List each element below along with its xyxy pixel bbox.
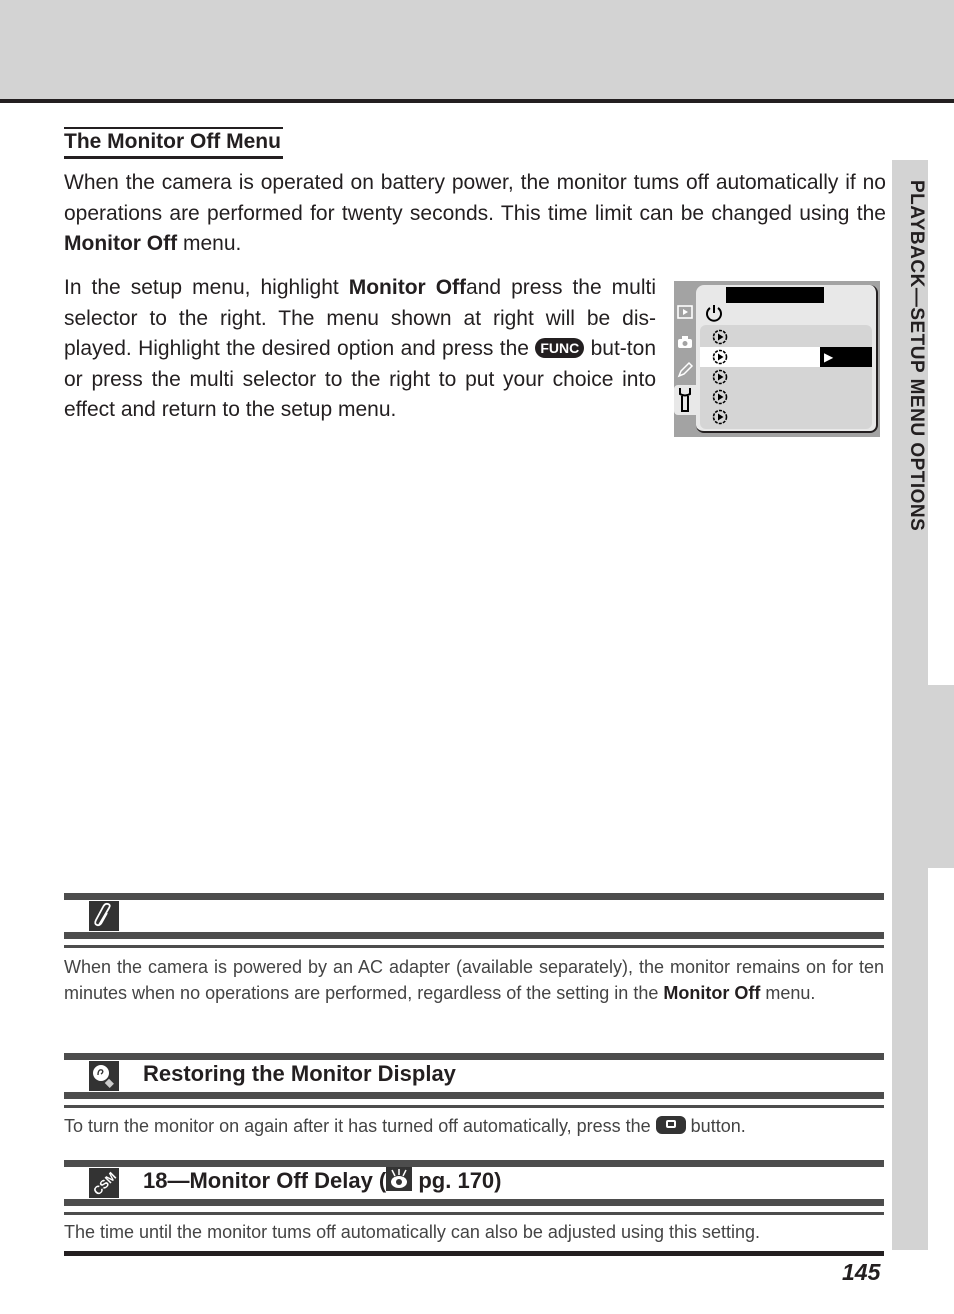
- submenu-arrow-icon: ▶: [820, 347, 872, 367]
- note-top-bar: [64, 1160, 884, 1167]
- wrench-icon: [679, 388, 691, 412]
- section-title: The Monitor Off Menu: [64, 127, 283, 159]
- setup-tab-active: [674, 385, 696, 415]
- menu-title-bar: [726, 287, 824, 303]
- chapter-tab-label: PLAYBACK—SETUP MENU OPTIONS: [906, 180, 927, 532]
- pencil-icon: [677, 361, 694, 378]
- playback-icon: [677, 305, 693, 319]
- menu-options-list: ▶: [700, 325, 872, 429]
- menu-option[interactable]: [700, 367, 872, 387]
- page-number: 145: [842, 1259, 881, 1285]
- note-heading-bar: [64, 1092, 884, 1099]
- csm-note-text: The time until the monitor tums off auto…: [64, 1222, 761, 1242]
- self-timer-icon: [712, 349, 728, 365]
- note-divider: [64, 1212, 884, 1215]
- svg-text:CSM: CSM: [90, 1169, 119, 1198]
- note-heading-bar: [64, 1199, 884, 1206]
- func-button-icon: FUNC: [535, 338, 585, 358]
- menu-panel: ▶: [696, 285, 878, 433]
- menu-name-bold: Monitor Off: [64, 232, 178, 255]
- menu-name-bold: Monitor Off: [348, 276, 467, 299]
- monitor-button-icon: [655, 1116, 686, 1134]
- intro-paragraph: When the camera is operated on battery p…: [64, 171, 886, 255]
- ac-adapter-note-text: When the camera is powered by an AC adap…: [64, 957, 884, 1003]
- note-top-bar: [64, 1053, 884, 1060]
- instruction-paragraph: In the setup menu, highlight Monitor Off…: [64, 276, 656, 421]
- note-divider: [64, 1105, 884, 1108]
- menu-option[interactable]: [700, 327, 872, 347]
- restoring-heading: Restoring the Monitor Display: [143, 1061, 456, 1086]
- menu-option[interactable]: [700, 387, 872, 407]
- header-band: [0, 0, 954, 100]
- chapter-tab-marker: [928, 685, 954, 868]
- note-top-bar: [64, 893, 884, 900]
- power-icon: [706, 305, 722, 322]
- restoring-note-text: To turn the monitor on again after it ha…: [64, 1116, 746, 1136]
- lightbulb-tip-icon: [89, 1061, 119, 1091]
- camera-icon: [678, 336, 692, 348]
- csm-icon: CSM: [89, 1168, 119, 1198]
- self-timer-icon: [712, 329, 728, 345]
- camera-menu-illustration: ▶: [674, 281, 880, 437]
- eye-reference-icon: [386, 1167, 413, 1191]
- note-divider: [64, 945, 884, 948]
- self-timer-icon: [712, 389, 728, 405]
- header-rule: [0, 99, 954, 103]
- csm-heading: 18—Monitor Off Delay ( pg. 170): [143, 1167, 502, 1193]
- paperclip-icon: [89, 901, 119, 931]
- note-heading-bar: [64, 932, 884, 939]
- menu-option-selected[interactable]: ▶: [700, 347, 872, 367]
- self-timer-icon: [712, 369, 728, 385]
- menu-option[interactable]: [700, 407, 872, 427]
- footer-rule: [64, 1251, 884, 1256]
- self-timer-icon: [712, 409, 728, 425]
